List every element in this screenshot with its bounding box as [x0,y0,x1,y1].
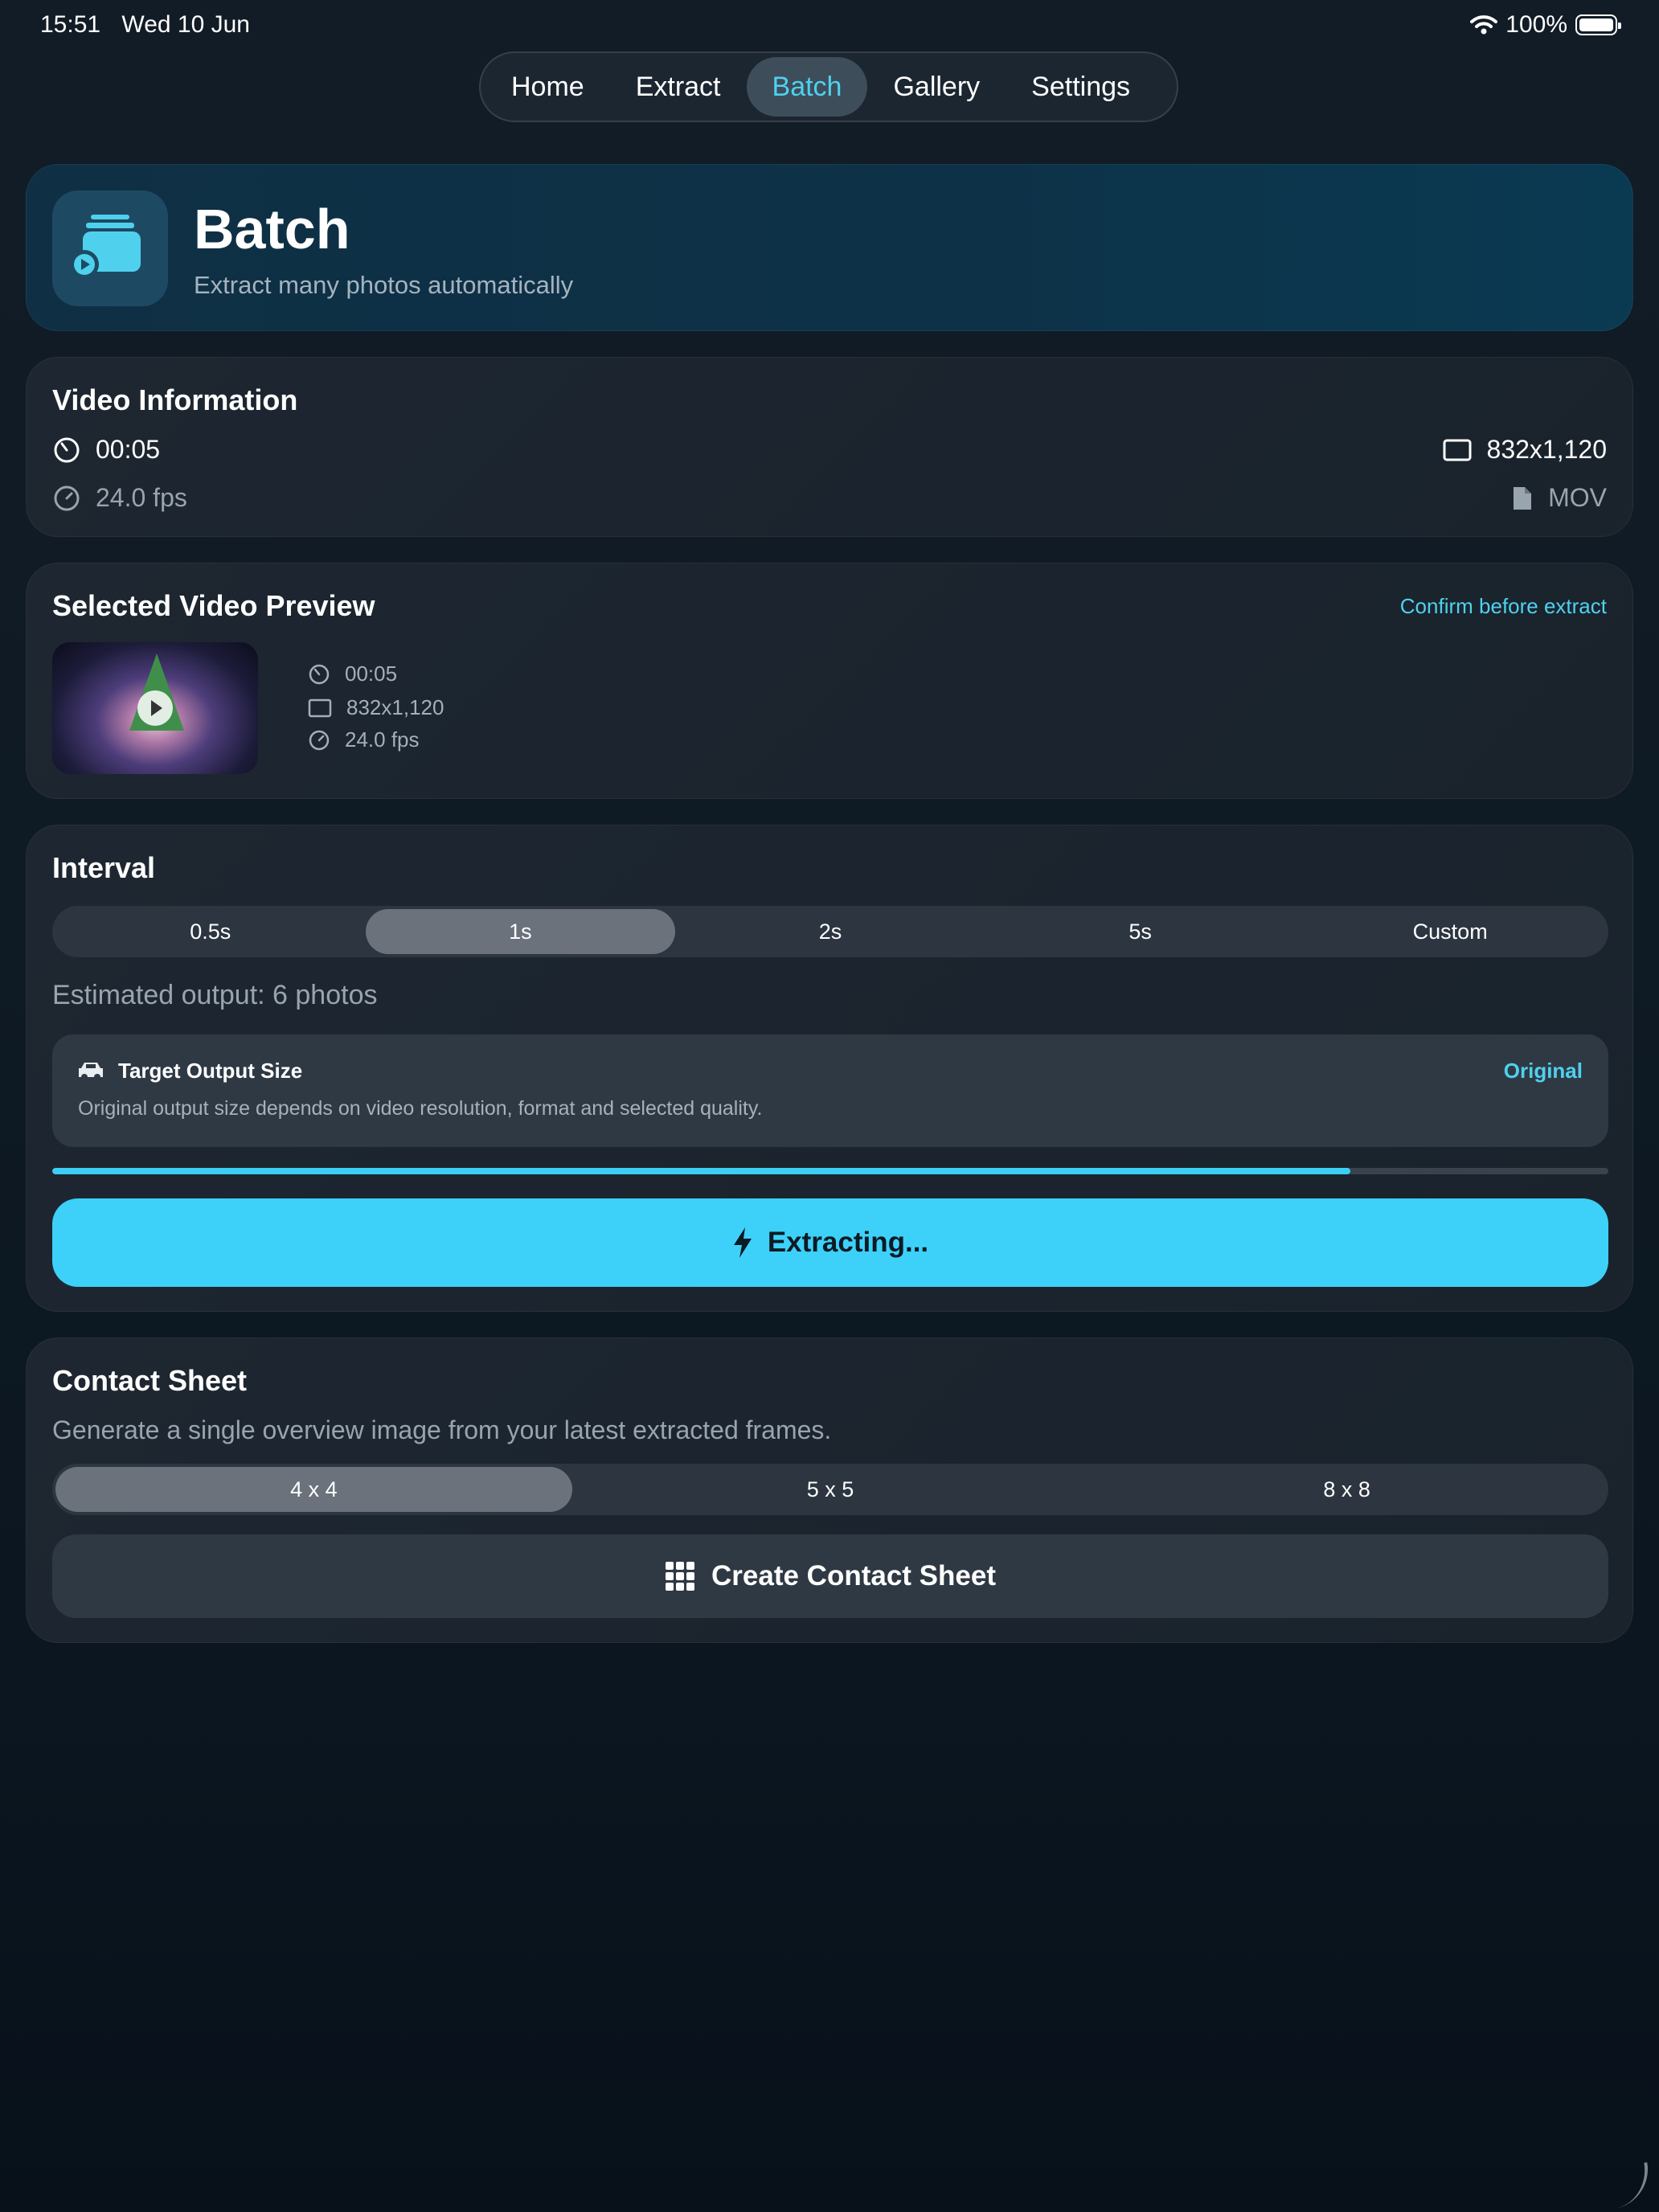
tab-bar: Home Extract Batch Gallery Settings [479,51,1178,122]
page-subtitle: Extract many photos automatically [194,271,574,299]
contact-sheet-title: Contact Sheet [52,1364,248,1397]
timer-icon [309,664,330,684]
target-output-size-title: Target Output Size [118,1059,303,1083]
interval-title: Interval [52,851,156,884]
grid-option-4x4[interactable]: 4 x 4 [55,1467,572,1512]
fps-value: 24.0 fps [96,483,187,512]
duration-row: 00:05 [52,435,160,465]
contact-sheet-description: Generate a single overview image from yo… [52,1415,832,1444]
resolution-value: 832x1,120 [1486,435,1607,464]
aspect-ratio-icon [1443,439,1472,461]
preview-resolution: 832x1,120 [346,695,444,719]
grid-icon [666,1562,694,1591]
resize-handle[interactable] [1608,2162,1654,2209]
grid-option-5x5[interactable]: 5 x 5 [572,1467,1089,1512]
page-title: Batch [194,198,350,260]
extraction-progress-bar [52,1168,1608,1174]
extracting-button-label: Extracting... [767,1227,929,1258]
tab-batch[interactable]: Batch [746,57,868,117]
speedometer-icon [54,485,80,510]
aspect-ratio-icon [308,698,332,717]
resolution-row: 832x1,120 [1442,435,1607,465]
fps-row: 24.0 fps [52,483,187,513]
status-right: 100% [1470,11,1621,39]
interval-segmented-control: 0.5s 1s 2s 5s Custom [52,906,1608,957]
format-row: MOV [1511,483,1607,513]
grid-option-8x8[interactable]: 8 x 8 [1088,1467,1605,1512]
lightning-icon [733,1227,752,1258]
video-information-title: Video Information [52,383,298,416]
play-icon[interactable] [137,690,173,726]
confirm-before-extract-link[interactable]: Confirm before extract [1400,594,1607,619]
video-thumbnail[interactable] [52,642,258,774]
extracting-button[interactable]: Extracting... [52,1198,1608,1287]
create-contact-sheet-label: Create Contact Sheet [711,1560,996,1591]
preview-fps-row: 24.0 fps [308,727,420,752]
timer-icon [54,437,80,462]
target-output-size-description: Original output size depends on video re… [78,1097,763,1120]
extraction-progress-fill [52,1168,1350,1174]
format-value: MOV [1548,483,1607,512]
contact-sheet-card: Contact Sheet Generate a single overview… [26,1337,1633,1643]
create-contact-sheet-button[interactable]: Create Contact Sheet [52,1534,1608,1618]
stack-photos-icon [52,190,168,306]
status-bar: 15:51 Wed 10 Jun 100% [0,0,1659,51]
wifi-icon [1470,15,1498,35]
tab-settings[interactable]: Settings [1006,57,1156,117]
video-information-card: Video Information 00:05 832x1,120 24.0 f… [26,357,1633,537]
tab-gallery[interactable]: Gallery [867,57,1006,117]
target-output-size-row[interactable]: Target Output Size Original Original out… [52,1034,1608,1147]
preview-title: Selected Video Preview [52,589,375,622]
batch-header-card: Batch Extract many photos automatically [26,164,1633,331]
preview-duration: 00:05 [345,662,398,686]
car-size-icon [79,1063,103,1080]
speedometer-icon [309,730,330,750]
interval-option-custom[interactable]: Custom [1295,909,1605,954]
interval-card: Interval 0.5s 1s 2s 5s Custom Estimated … [26,825,1633,1312]
status-time: 15:51 [40,11,101,38]
tab-extract[interactable]: Extract [610,57,747,117]
battery-percent: 100% [1505,11,1567,38]
selected-video-preview-card: Selected Video Preview Confirm before ex… [26,563,1633,799]
preview-duration-row: 00:05 [308,662,397,686]
battery-icon [1575,14,1621,35]
tab-home[interactable]: Home [485,57,610,117]
document-icon [1514,486,1532,510]
contact-sheet-grid-control: 4 x 4 5 x 5 8 x 8 [52,1464,1608,1515]
interval-option-0-5s[interactable]: 0.5s [55,909,366,954]
target-output-size-value[interactable]: Original [1504,1059,1583,1083]
status-left: 15:51 Wed 10 Jun [40,11,264,39]
preview-resolution-row: 832x1,120 [308,695,444,720]
status-date: Wed 10 Jun [121,11,250,38]
interval-option-2s[interactable]: 2s [675,909,985,954]
interval-option-1s[interactable]: 1s [365,909,676,954]
duration-value: 00:05 [96,435,161,464]
interval-option-5s[interactable]: 5s [985,909,1296,954]
estimated-output: Estimated output: 6 photos [52,980,378,1010]
preview-fps: 24.0 fps [345,727,420,752]
